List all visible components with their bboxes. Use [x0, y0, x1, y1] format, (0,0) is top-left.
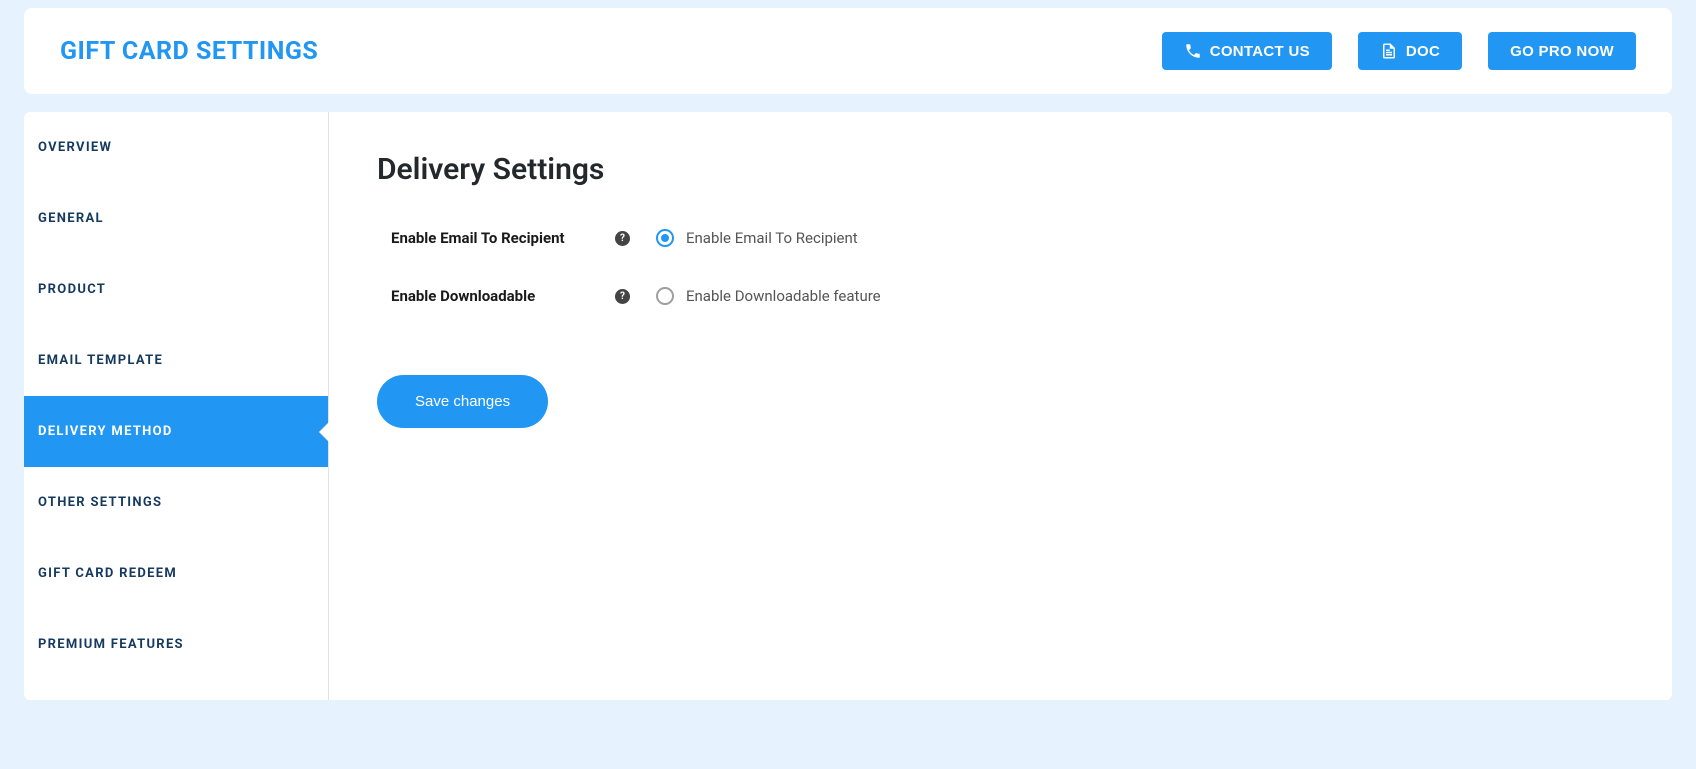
header-card: GIFT CARD SETTINGS CONTACT US DOC GO PRO… [24, 8, 1672, 94]
radio-wrapper: Enable Email To Recipient [656, 229, 858, 247]
go-pro-label: GO PRO NOW [1510, 43, 1614, 60]
sidebar-item-product[interactable]: PRODUCT [24, 254, 328, 325]
sidebar-item-label: OTHER SETTINGS [38, 495, 162, 510]
sidebar-item-overview[interactable]: OVERVIEW [24, 112, 328, 183]
sidebar-item-label: EMAIL TEMPLATE [38, 353, 163, 368]
go-pro-button[interactable]: GO PRO NOW [1488, 32, 1636, 70]
sidebar-item-label: PRODUCT [38, 282, 106, 297]
sidebar-item-other-settings[interactable]: OTHER SETTINGS [24, 467, 328, 538]
phone-icon [1184, 42, 1202, 60]
radio-label: Enable Downloadable feature [686, 287, 881, 305]
radio-email-recipient[interactable] [656, 229, 674, 247]
doc-label: DOC [1406, 43, 1440, 60]
radio-label: Enable Email To Recipient [686, 229, 858, 247]
form-row-email-recipient: Enable Email To Recipient ? Enable Email… [377, 229, 1624, 247]
contact-us-label: CONTACT US [1210, 43, 1310, 60]
doc-icon [1380, 42, 1398, 60]
sidebar-item-general[interactable]: GENERAL [24, 183, 328, 254]
radio-downloadable[interactable] [656, 287, 674, 305]
sidebar-item-label: GENERAL [38, 211, 104, 226]
main-content: Delivery Settings Enable Email To Recipi… [329, 112, 1672, 700]
save-button[interactable]: Save changes [377, 375, 548, 428]
sidebar-item-label: GIFT CARD REDEEM [38, 566, 177, 581]
sidebar-item-label: PREMIUM FEATURES [38, 637, 184, 652]
radio-wrapper: Enable Downloadable feature [656, 287, 881, 305]
doc-button[interactable]: DOC [1358, 32, 1462, 70]
sidebar: OVERVIEW GENERAL PRODUCT EMAIL TEMPLATE … [24, 112, 329, 700]
form-row-downloadable: Enable Downloadable ? Enable Downloadabl… [377, 287, 1624, 305]
section-title: Delivery Settings [377, 152, 1624, 187]
contact-us-button[interactable]: CONTACT US [1162, 32, 1332, 70]
page-title: GIFT CARD SETTINGS [60, 37, 318, 66]
sidebar-item-label: OVERVIEW [38, 140, 112, 155]
header-buttons: CONTACT US DOC GO PRO NOW [1162, 32, 1636, 70]
help-icon[interactable]: ? [615, 231, 630, 246]
sidebar-item-premium-features[interactable]: PREMIUM FEATURES [24, 609, 328, 680]
form-label: Enable Downloadable [377, 287, 615, 305]
content-card: OVERVIEW GENERAL PRODUCT EMAIL TEMPLATE … [24, 112, 1672, 700]
sidebar-item-label: DELIVERY METHOD [38, 424, 173, 439]
sidebar-item-email-template[interactable]: EMAIL TEMPLATE [24, 325, 328, 396]
sidebar-item-gift-card-redeem[interactable]: GIFT CARD REDEEM [24, 538, 328, 609]
sidebar-item-delivery-method[interactable]: DELIVERY METHOD [24, 396, 328, 467]
help-icon[interactable]: ? [615, 289, 630, 304]
form-label: Enable Email To Recipient [377, 229, 615, 247]
